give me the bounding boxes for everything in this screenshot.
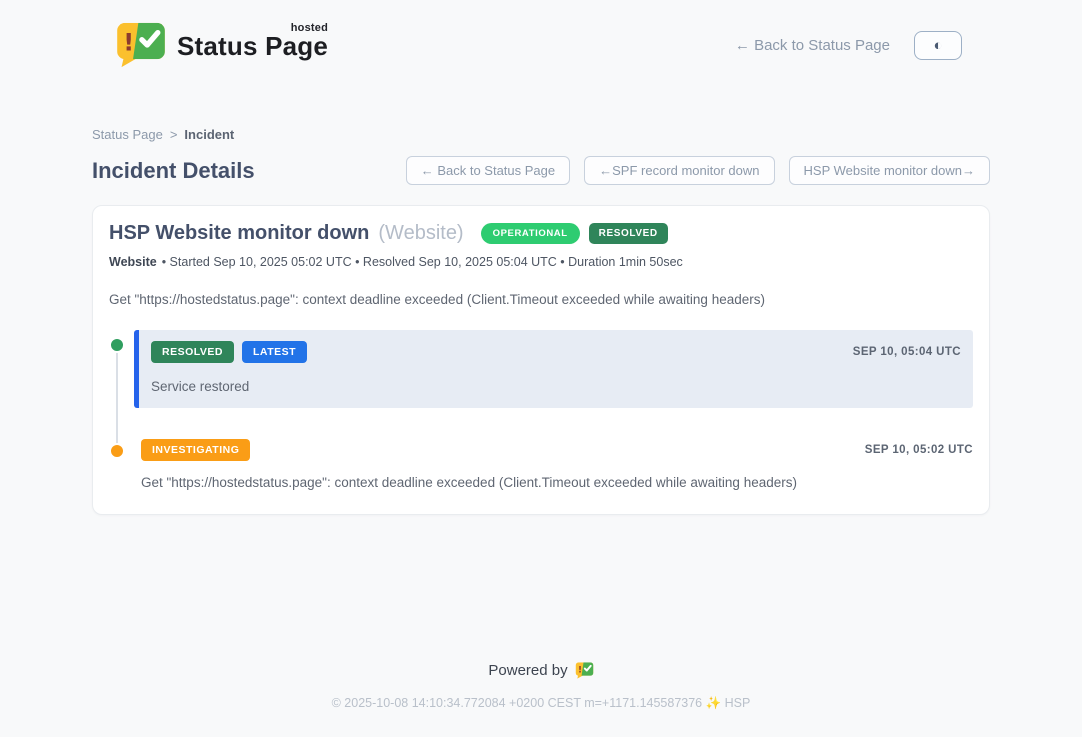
incident-title: HSP Website monitor down (109, 222, 369, 245)
next-incident-button[interactable]: HSP Website monitor down→ (789, 156, 990, 185)
prev-incident-button[interactable]: ←SPF record monitor down (584, 156, 774, 185)
timeline-timestamp: SEP 10, 05:02 UTC (865, 444, 973, 456)
powered-by-label: Powered by (488, 662, 567, 679)
statuspage-logo-icon: ! (115, 22, 167, 68)
logo-brand-label: Status Page (177, 31, 328, 61)
meta-monitor-name: Website (109, 255, 157, 269)
timeline-item-resolved: RESOLVED LATEST SEP 10, 05:04 UTC Servic… (109, 330, 973, 408)
incident-title-row: HSP Website monitor down (Website) OPERA… (109, 222, 973, 245)
timeline-entry-latest: RESOLVED LATEST SEP 10, 05:04 UTC Servic… (134, 330, 973, 408)
half-circle-icon: ◐ (933, 38, 942, 53)
latest-badge: LATEST (242, 341, 307, 363)
timeline-entry-head: INVESTIGATING SEP 10, 05:02 UTC (141, 439, 973, 461)
header-right: ← Back to Status Page ◐ (735, 31, 962, 60)
theme-toggle-button[interactable]: ◐ (914, 31, 962, 60)
incident-nav-buttons: ← Back to Status Page ←SPF record monito… (406, 156, 990, 185)
svg-text:!: ! (123, 28, 134, 56)
incident-card: HSP Website monitor down (Website) OPERA… (92, 205, 990, 515)
footer: Powered by ! © 2025-10-08 14:10:34.77208… (0, 662, 1082, 737)
meta-details: • Started Sep 10, 2025 05:02 UTC • Resol… (162, 255, 683, 269)
back-to-status-page-link[interactable]: ← Back to Status Page (735, 37, 890, 54)
statuspage-mini-logo-icon[interactable]: ! (575, 662, 594, 679)
timeline-dot-orange (109, 443, 125, 459)
timeline-dot-green (109, 337, 125, 353)
investigating-badge: INVESTIGATING (141, 439, 250, 461)
timeline-message: Service restored (151, 379, 961, 394)
breadcrumb-separator: > (170, 127, 178, 142)
heading-row: Incident Details ← Back to Status Page ←… (92, 156, 990, 185)
main-content: Status Page > Incident Incident Details ← … (92, 127, 990, 515)
copyright-line: © 2025-10-08 14:10:34.772084 +0200 CEST … (0, 696, 1082, 711)
breadcrumb-status-page[interactable]: Status Page (92, 127, 163, 142)
logo-hosted-label: hosted (291, 22, 328, 34)
timeline-item-investigating: INVESTIGATING SEP 10, 05:02 UTC Get "htt… (109, 436, 973, 490)
resolved-badge: RESOLVED (151, 341, 234, 363)
logo-text-wrap: hosted Status Page (177, 22, 328, 63)
incident-description: Get "https://hostedstatus.page": context… (109, 292, 973, 307)
timeline-timestamp: SEP 10, 05:04 UTC (853, 346, 961, 358)
resolved-status-badge: RESOLVED (589, 223, 668, 244)
incident-meta: Website • Started Sep 10, 2025 05:02 UTC … (109, 255, 973, 269)
app-logo[interactable]: ! hosted Status Page (115, 22, 328, 68)
svg-text:!: ! (578, 665, 582, 675)
operational-status-badge: OPERATIONAL (481, 223, 580, 244)
header: ! hosted Status Page ← Back to Status Pa… (0, 0, 1082, 76)
timeline-message: Get "https://hostedstatus.page": context… (141, 475, 973, 490)
timeline-entry-head: RESOLVED LATEST SEP 10, 05:04 UTC (151, 341, 961, 363)
timeline-entry: INVESTIGATING SEP 10, 05:02 UTC Get "htt… (134, 436, 973, 490)
timeline-connector-line (116, 344, 118, 444)
breadcrumb-incident: Incident (184, 127, 234, 142)
breadcrumb: Status Page > Incident (92, 127, 990, 142)
page-title: Incident Details (92, 158, 255, 184)
powered-by: Powered by ! (0, 662, 1082, 679)
back-to-status-page-button[interactable]: ← Back to Status Page (406, 156, 570, 185)
incident-timeline: RESOLVED LATEST SEP 10, 05:04 UTC Servic… (109, 330, 973, 490)
incident-monitor-label: (Website) (378, 222, 463, 245)
